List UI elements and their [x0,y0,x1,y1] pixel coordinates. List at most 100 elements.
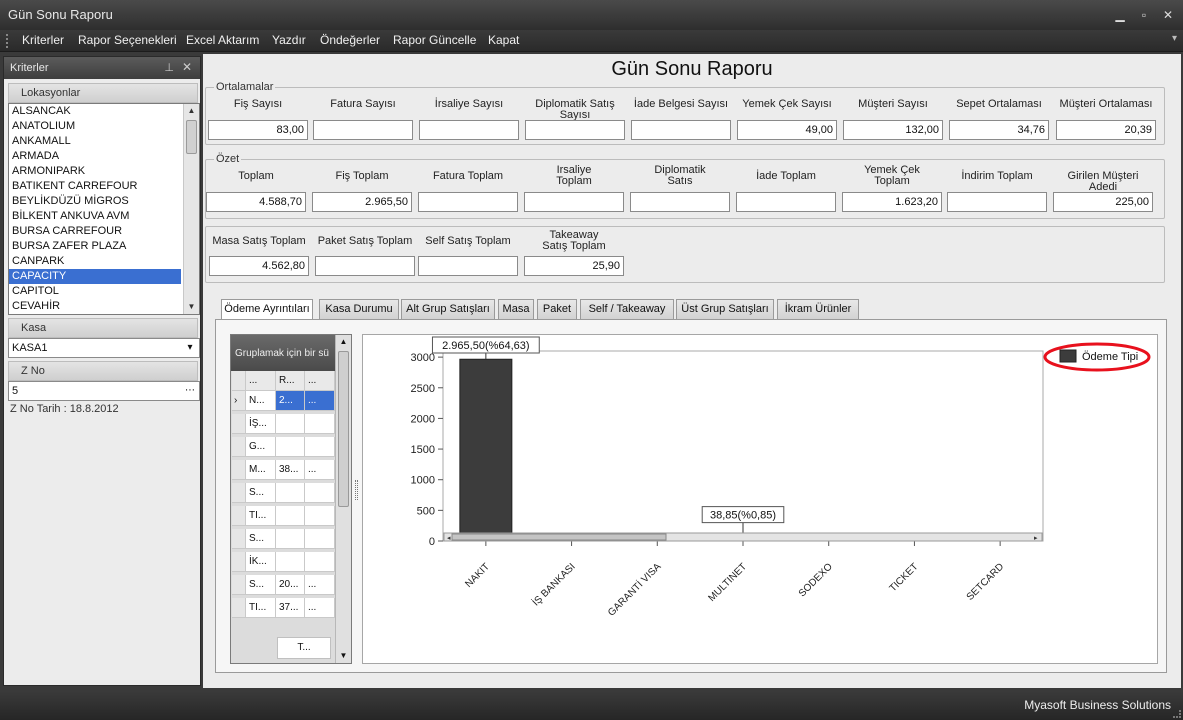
scroll-up-icon[interactable]: ▲ [336,335,351,349]
ortalamalar-field[interactable] [631,120,731,140]
ozet-field[interactable] [630,192,730,212]
grid-cell[interactable] [276,506,305,526]
grid-cell[interactable]: 38... [276,460,305,480]
ozet-field[interactable] [947,192,1047,212]
grid-cell[interactable] [305,414,335,434]
pin-icon[interactable]: ⊥ [164,61,174,74]
ortalamalar-field[interactable] [313,120,413,140]
chevron-down-icon[interactable]: ▾ [181,339,199,357]
location-item[interactable]: BEYLİKDÜZÜ MİGROS [9,194,181,209]
close-icon[interactable]: ✕ [1158,6,1178,24]
location-item[interactable]: CAPITOL [9,284,181,299]
ortalamalar-field[interactable] [525,120,625,140]
grid-cell[interactable]: İK... [246,552,276,572]
zno-input[interactable]: 5 ⋯ [8,381,200,401]
grid-cell[interactable]: N... [246,391,276,411]
ortalamalar-field[interactable]: 83,00 [208,120,308,140]
kasa-select[interactable]: KASA1 ▾ [8,338,200,358]
tab-odeme-ayrintilari[interactable]: Ödeme Ayrıntıları [221,299,313,320]
grid-column-header[interactable]: ... [246,371,276,391]
grid-cell[interactable]: 37... [276,598,305,618]
ozet-field[interactable] [418,192,518,212]
grid-cell[interactable]: S... [246,529,276,549]
scroll-down-icon[interactable]: ▼ [184,300,199,314]
scroll-thumb[interactable] [338,351,349,507]
location-item[interactable]: ANATOLIUM [9,119,181,134]
location-item[interactable]: CAPACITY [9,269,181,284]
ozet-field[interactable]: 2.965,50 [312,192,412,212]
table-row[interactable]: G... [232,437,335,457]
grid-cell[interactable] [305,483,335,503]
menu-ondegerler[interactable]: Öndeğerler [320,33,380,47]
scroll-down-icon[interactable]: ▼ [336,649,351,663]
menu-overflow-icon[interactable]: ▾ [1172,33,1177,44]
table-row[interactable]: S... [232,483,335,503]
resize-grip-icon[interactable] [1173,710,1181,718]
grid-cell[interactable]: M... [246,460,276,480]
grid-scrollbar[interactable]: ▲ ▼ [335,335,351,663]
location-item[interactable]: CANPARK [9,254,181,269]
table-row[interactable]: S... [232,529,335,549]
grid-cell[interactable] [276,483,305,503]
location-item[interactable]: BİLKENT ANKUVA AVM [9,209,181,224]
grid-cell[interactable]: G... [246,437,276,457]
location-item[interactable]: ALSANCAK [9,104,181,119]
tab-ust-grup-satislari[interactable]: Üst Grup Satışları [676,299,774,319]
grid-cell[interactable]: TI... [246,506,276,526]
ozet-field[interactable]: 225,00 [1053,192,1153,212]
grid-cell[interactable]: S... [246,483,276,503]
table-row[interactable]: S... 20...... [232,575,335,595]
grid-cell[interactable] [305,529,335,549]
table-row[interactable]: İŞ... [232,414,335,434]
ortalamalar-field[interactable]: 49,00 [737,120,837,140]
grid-cell[interactable]: 20... [276,575,305,595]
grid-cell[interactable]: TI... [246,598,276,618]
panel-close-icon[interactable]: ✕ [182,60,192,74]
location-item[interactable]: BURSA CARREFOUR [9,224,181,239]
satis-field[interactable]: 25,90 [524,256,624,276]
table-row[interactable]: TI... [232,506,335,526]
ozet-field[interactable] [524,192,624,212]
location-item[interactable]: ARMONIPARK [9,164,181,179]
ortalamalar-field[interactable]: 132,00 [843,120,943,140]
grid-cell[interactable] [305,437,335,457]
ortalamalar-field[interactable] [419,120,519,140]
location-item[interactable]: BATIKENT CARREFOUR [9,179,181,194]
splitter-handle[interactable] [355,480,358,500]
grid-cell[interactable]: ... [305,460,335,480]
ozet-field[interactable]: 1.623,20 [842,192,942,212]
table-row[interactable]: M... 38...... [232,460,335,480]
satis-field[interactable] [418,256,518,276]
tab-alt-grup-satislari[interactable]: Alt Grup Satışları [401,299,495,319]
tab-paket[interactable]: Paket [537,299,577,319]
menu-rapor-secenekleri[interactable]: Rapor Seçenekleri [78,33,177,47]
menu-rapor-guncelle[interactable]: Rapor Güncelle [393,33,476,47]
scroll-thumb[interactable] [186,120,197,154]
location-item[interactable]: ARMADA [9,149,181,164]
maximize-icon[interactable]: ▫ [1134,6,1154,24]
grid-cell[interactable] [305,506,335,526]
grid-cell[interactable]: ... [305,575,335,595]
grid-cell[interactable]: İŞ... [246,414,276,434]
locations-list[interactable]: ALSANCAK ANATOLIUM ANKAMALL ARMADA ARMONIPAR… [8,103,200,315]
grid-column-header[interactable]: R... [276,371,305,391]
menu-yazdir[interactable]: Yazdır [272,33,306,47]
tab-masa[interactable]: Masa [498,299,534,319]
tab-self-takeaway[interactable]: Self / Takeaway [580,299,674,319]
table-row[interactable]: İK... [232,552,335,572]
menu-excel-aktarim[interactable]: Excel Aktarım [186,33,259,47]
table-row[interactable]: › N... 2...... [232,391,335,411]
grid-cell[interactable] [305,552,335,572]
tab-ikram-urunler[interactable]: İkram Ürünler [777,299,859,319]
grid-cell[interactable]: ... [305,391,335,411]
satis-field[interactable] [315,256,415,276]
menu-kapat[interactable]: Kapat [488,33,519,47]
ortalamalar-field[interactable]: 34,76 [949,120,1049,140]
menu-kriterler[interactable]: Kriterler [22,33,64,47]
grid-group-panel[interactable]: Gruplamak için bir sü [231,335,335,371]
tab-kasa-durumu[interactable]: Kasa Durumu [319,299,399,319]
grid-header-row[interactable]: ... R...... [232,371,335,391]
grid-cell[interactable] [276,552,305,572]
grid-cell[interactable] [276,414,305,434]
grid-column-header[interactable]: ... [305,371,335,391]
